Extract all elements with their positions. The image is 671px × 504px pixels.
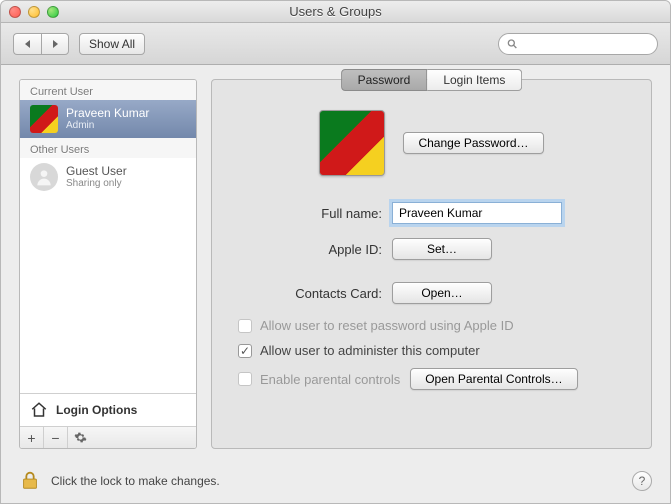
sidebar-footer: + − [20,426,196,448]
lock-icon [19,469,41,491]
login-options-label: Login Options [56,403,137,417]
user-name: Praveen Kumar [66,107,149,120]
parental-controls-row: Enable parental controls [238,372,400,387]
sidebar-user-current[interactable]: Praveen Kumar Admin [20,100,196,138]
close-window-button[interactable] [9,6,21,18]
user-role: Sharing only [66,178,127,189]
parental-controls-checkbox [238,372,252,386]
avatar [30,105,58,133]
allow-reset-row: Allow user to reset password using Apple… [232,318,631,333]
user-role: Admin [66,120,149,131]
remove-user-button[interactable]: − [44,427,68,448]
full-name-label: Full name: [232,206,382,221]
current-user-header: Current User [20,80,196,100]
sidebar-user-guest[interactable]: Guest User Sharing only [20,158,196,196]
search-input[interactable] [523,37,649,51]
footer: Click the lock to make changes. ? [1,459,670,503]
user-sidebar: Current User Praveen Kumar Admin Other U… [19,79,197,449]
open-parental-controls-button[interactable]: Open Parental Controls… [410,368,577,390]
avatar [30,163,58,191]
window-title: Users & Groups [1,4,670,19]
allow-admin-row[interactable]: Allow user to administer this computer [232,343,631,358]
tab-password[interactable]: Password [341,69,428,91]
allow-reset-checkbox [238,319,252,333]
tabs: Password Login Items [341,69,523,91]
change-password-button[interactable]: Change Password… [403,132,543,154]
contacts-card-label: Contacts Card: [232,286,382,301]
login-options-row[interactable]: Login Options [20,393,196,426]
open-contacts-button[interactable]: Open… [392,282,492,304]
full-name-input[interactable] [392,202,562,224]
triangle-left-icon [23,39,33,49]
forward-button[interactable] [41,33,69,55]
user-name: Guest User [66,165,127,178]
search-field[interactable] [498,33,658,55]
allow-admin-checkbox[interactable] [238,344,252,358]
tab-login-items[interactable]: Login Items [427,69,522,91]
gear-icon [74,431,87,444]
show-all-button[interactable]: Show All [79,33,145,55]
main-panel: Password Login Items Change Password… Fu… [211,79,652,449]
lock-text: Click the lock to make changes. [51,474,220,488]
help-button[interactable]: ? [632,471,652,491]
titlebar: Users & Groups [1,1,670,23]
minimize-window-button[interactable] [28,6,40,18]
parental-controls-label: Enable parental controls [260,372,400,387]
person-icon [34,167,54,187]
allow-admin-label: Allow user to administer this computer [260,343,480,358]
allow-reset-label: Allow user to reset password using Apple… [260,318,514,333]
window-controls [9,6,59,18]
lock-button[interactable] [19,469,41,494]
triangle-right-icon [50,39,60,49]
search-icon [507,38,518,50]
user-picture[interactable] [319,110,385,176]
nav-segment [13,33,69,55]
action-menu-button[interactable] [68,427,92,448]
add-user-button[interactable]: + [20,427,44,448]
set-apple-id-button[interactable]: Set… [392,238,492,260]
toolbar: Show All [1,23,670,65]
back-button[interactable] [13,33,41,55]
apple-id-label: Apple ID: [232,242,382,257]
preferences-window: Users & Groups Show All Current User [0,0,671,504]
other-users-header: Other Users [20,138,196,158]
zoom-window-button[interactable] [47,6,59,18]
house-icon [30,401,48,419]
